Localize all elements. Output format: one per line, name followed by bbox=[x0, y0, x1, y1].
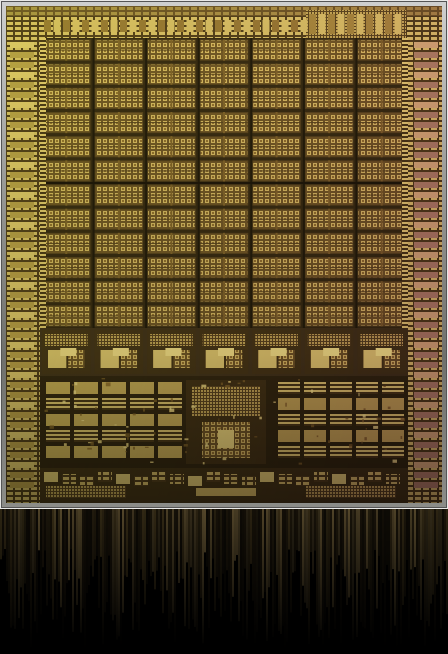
die-frame bbox=[0, 0, 448, 509]
gpu-die bbox=[6, 6, 442, 503]
die-reflection bbox=[0, 509, 448, 654]
die-shot-image bbox=[0, 0, 448, 654]
